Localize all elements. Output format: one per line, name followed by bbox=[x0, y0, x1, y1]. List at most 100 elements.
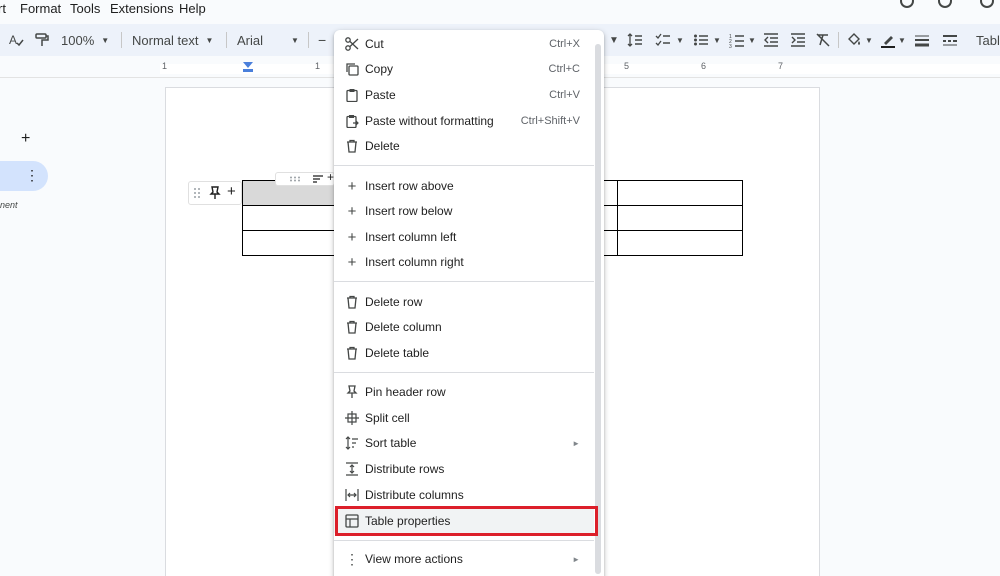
menu-item-label: Paste without formatting bbox=[365, 114, 494, 128]
style-select[interactable]: Normal text ▼ bbox=[132, 24, 213, 56]
bulleted-list-caret[interactable]: ▼ bbox=[713, 24, 721, 56]
numbered-list-icon[interactable]: 123 bbox=[729, 32, 745, 48]
menu-item-distribute-rows[interactable]: Distribute rows bbox=[334, 457, 594, 481]
table-menu-button[interactable]: Tabl bbox=[976, 24, 1000, 56]
fill-color-icon[interactable] bbox=[846, 32, 862, 48]
trash-icon bbox=[344, 138, 360, 154]
ruler-number: 1 bbox=[315, 61, 321, 71]
menu-item-pin-header-row[interactable]: Pin header row bbox=[334, 380, 594, 404]
numbered-list-caret[interactable]: ▼ bbox=[748, 24, 756, 56]
paste-plain-icon bbox=[344, 113, 360, 129]
sort-icon[interactable] bbox=[312, 175, 324, 183]
trash-icon bbox=[344, 345, 360, 361]
table-cell[interactable] bbox=[617, 180, 743, 206]
menu-item-label: View more actions bbox=[365, 552, 463, 566]
ruler-number: 1 bbox=[162, 61, 168, 71]
row-handle-toolbar: + bbox=[188, 181, 242, 205]
drag-handle-icon[interactable] bbox=[193, 187, 201, 199]
sort-icon bbox=[344, 435, 360, 451]
menu-item-delete-table[interactable]: Delete table bbox=[334, 341, 594, 365]
document-tab[interactable] bbox=[0, 161, 48, 191]
table-cell[interactable] bbox=[242, 230, 336, 256]
fill-color-caret[interactable]: ▼ bbox=[865, 24, 873, 56]
increase-indent-icon[interactable] bbox=[790, 32, 806, 48]
line-spacing-icon[interactable] bbox=[627, 32, 643, 48]
menu-insert[interactable]: rt bbox=[0, 1, 6, 17]
first-line-indent-marker[interactable] bbox=[243, 69, 253, 72]
menu-item-insert-column-right[interactable]: + Insert column right bbox=[334, 250, 594, 274]
menu-item-delete-row[interactable]: Delete row bbox=[334, 290, 594, 314]
indent-marker[interactable] bbox=[243, 62, 253, 68]
menu-item-label: Delete table bbox=[365, 346, 430, 360]
menu-item-label: Cut bbox=[365, 37, 384, 51]
checklist-icon[interactable] bbox=[655, 32, 671, 48]
menu-item-label: Split cell bbox=[365, 411, 410, 425]
menu-item-sort-table[interactable]: Sort table ► bbox=[334, 431, 594, 455]
table-menu-label: Tabl bbox=[976, 32, 1000, 48]
scrollbar-thumb[interactable] bbox=[595, 44, 601, 574]
menu-extensions[interactable]: Extensions bbox=[110, 1, 174, 17]
menu-format[interactable]: Format bbox=[20, 1, 61, 17]
history-icon[interactable] bbox=[900, 0, 914, 8]
add-column-icon[interactable]: + bbox=[327, 170, 334, 184]
menu-tools[interactable]: Tools bbox=[70, 1, 100, 17]
menu-item-insert-column-left[interactable]: + Insert column left bbox=[334, 225, 594, 249]
font-select[interactable]: Arial ▼ bbox=[237, 24, 299, 56]
menu-item-delete[interactable]: Delete bbox=[334, 134, 594, 158]
highlight-annotation-box bbox=[335, 506, 598, 536]
menu-separator bbox=[334, 372, 594, 373]
menu-item-label: Sort table bbox=[365, 436, 417, 450]
menu-item-split-cell[interactable]: Split cell bbox=[334, 406, 594, 430]
checklist-caret[interactable]: ▼ bbox=[676, 24, 684, 56]
add-tab-icon[interactable]: + bbox=[21, 130, 30, 148]
plus-icon: + bbox=[347, 228, 357, 246]
border-color-icon[interactable] bbox=[880, 32, 896, 48]
chevron-down-icon: ▼ bbox=[101, 35, 110, 45]
menu-item-label: Paste bbox=[365, 88, 396, 102]
zoom-value: 100% bbox=[61, 32, 95, 48]
menu-item-delete-column[interactable]: Delete column bbox=[334, 315, 594, 339]
menu-help[interactable]: Help bbox=[179, 1, 206, 17]
toolbar-divider bbox=[121, 32, 122, 48]
font-size-decrease[interactable]: − bbox=[318, 24, 326, 56]
line-spacing-caret[interactable]: ▼ bbox=[609, 24, 619, 56]
border-color-caret[interactable]: ▼ bbox=[898, 24, 906, 56]
clear-formatting-icon[interactable] bbox=[815, 32, 831, 48]
add-row-icon[interactable]: + bbox=[227, 183, 236, 200]
decrease-indent-icon[interactable] bbox=[763, 32, 779, 48]
tab-label-partial: nent bbox=[0, 200, 18, 210]
split-cell-icon bbox=[344, 410, 360, 426]
distribute-rows-icon bbox=[344, 461, 360, 477]
menu-item-insert-row-below[interactable]: + Insert row below bbox=[334, 199, 594, 223]
border-width-icon[interactable] bbox=[914, 32, 930, 48]
comment-icon[interactable] bbox=[980, 0, 994, 8]
table-cell[interactable] bbox=[242, 205, 336, 231]
table-cell[interactable] bbox=[617, 230, 743, 256]
spellcheck-icon[interactable]: A bbox=[8, 32, 24, 48]
plus-icon: + bbox=[347, 202, 357, 220]
menu-item-paste[interactable]: Paste Ctrl+V bbox=[334, 83, 594, 107]
more-vert-icon[interactable]: ⋮ bbox=[25, 167, 39, 184]
menu-item-distribute-columns[interactable]: Distribute columns bbox=[334, 483, 594, 507]
menu-item-cut[interactable]: Cut Ctrl+X bbox=[334, 32, 594, 56]
context-menu-scrollbar[interactable] bbox=[595, 44, 601, 574]
more-vert-icon: ⋮ bbox=[345, 550, 359, 567]
meet-icon[interactable] bbox=[938, 0, 952, 8]
border-dash-icon[interactable] bbox=[942, 32, 958, 48]
paint-format-icon[interactable] bbox=[34, 32, 50, 48]
toolbar-divider bbox=[308, 32, 309, 48]
menu-item-insert-row-above[interactable]: + Insert row above bbox=[334, 174, 594, 198]
pin-icon[interactable] bbox=[209, 186, 221, 200]
menu-item-label: Distribute rows bbox=[365, 462, 445, 476]
table-cell[interactable] bbox=[617, 205, 743, 231]
bulleted-list-icon[interactable] bbox=[693, 32, 709, 48]
copy-icon bbox=[344, 61, 360, 77]
drag-handle-icon[interactable] bbox=[289, 176, 301, 182]
menu-item-paste-without-formatting[interactable]: Paste without formatting Ctrl+Shift+V bbox=[334, 109, 594, 133]
menu-item-label: Insert column right bbox=[365, 255, 464, 269]
ruler-number: 7 bbox=[778, 61, 784, 71]
menu-item-view-more-actions[interactable]: ⋮ View more actions ► bbox=[334, 547, 594, 571]
svg-text:3: 3 bbox=[729, 44, 732, 48]
menu-item-copy[interactable]: Copy Ctrl+C bbox=[334, 57, 594, 81]
zoom-select[interactable]: 100% ▼ bbox=[61, 24, 109, 56]
